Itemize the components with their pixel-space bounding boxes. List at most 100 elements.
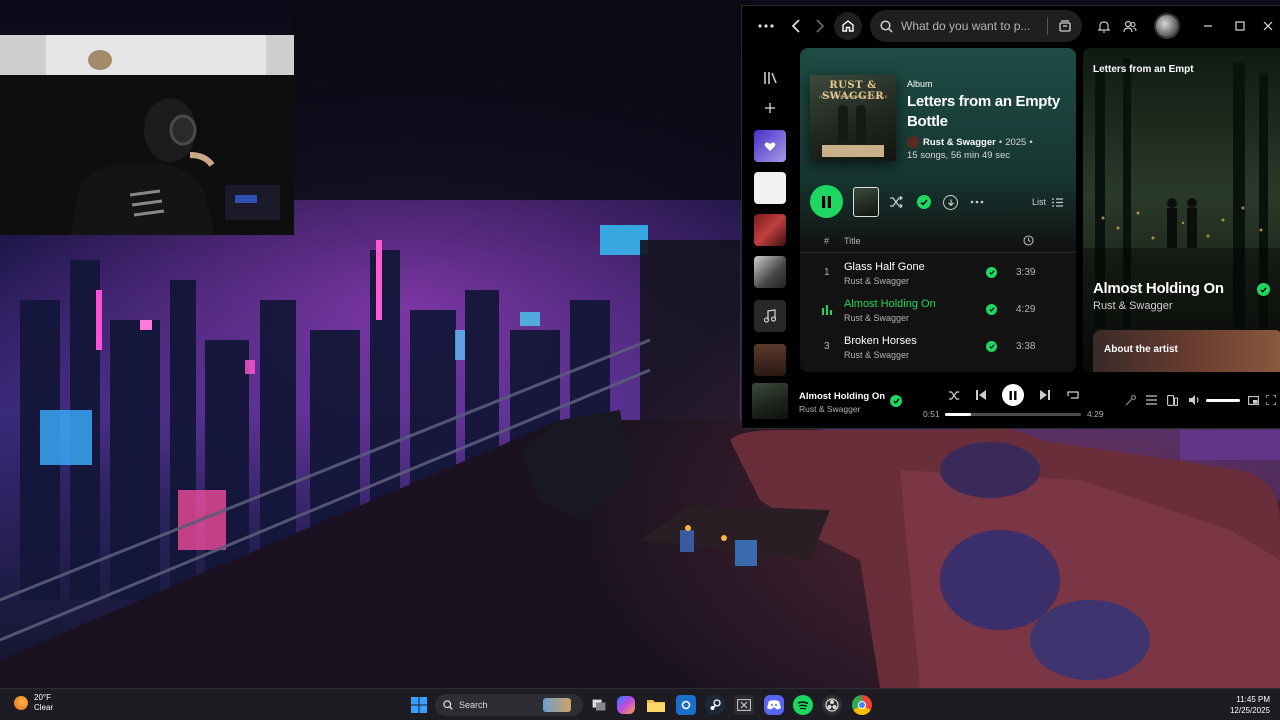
friend-activity-icon[interactable] <box>1122 18 1138 34</box>
discord-icon[interactable] <box>764 695 784 715</box>
now-playing-song[interactable]: Almost Holding On <box>1093 280 1224 297</box>
pause-icon <box>1009 390 1017 400</box>
meta-separator: • <box>1029 136 1033 148</box>
track-row[interactable]: 3 Broken Horses Rust & Swagger 3:38 <box>800 328 1076 365</box>
album-artist-link[interactable]: Rust & Swagger <box>923 137 996 148</box>
clock-time: 11:45 PM <box>1236 695 1270 704</box>
connect-device-icon[interactable] <box>1166 394 1178 406</box>
saved-check-icon[interactable] <box>986 304 997 315</box>
about-artist-card[interactable]: About the artist <box>1093 330 1280 372</box>
playlist-item[interactable] <box>754 214 786 246</box>
outlook-icon[interactable] <box>676 695 696 715</box>
playlist-item[interactable] <box>754 344 786 376</box>
browse-icon[interactable] <box>1058 19 1072 33</box>
progress-bar[interactable] <box>945 413 1081 416</box>
repeat-icon[interactable] <box>1066 389 1079 401</box>
close-icon[interactable] <box>1260 18 1276 34</box>
more-options-icon[interactable] <box>756 18 776 34</box>
track-artist[interactable]: Rust & Swagger <box>844 276 909 286</box>
now-playing-equalizer-icon <box>822 305 832 315</box>
library-icon[interactable] <box>754 62 786 94</box>
copilot-icon[interactable] <box>617 696 635 714</box>
windows-start-icon[interactable] <box>409 695 429 715</box>
header-title: Title <box>844 236 861 246</box>
about-artist-label: About the artist <box>1104 344 1178 355</box>
weather-widget[interactable]: 20°F Clear <box>14 693 53 713</box>
lyrics-icon[interactable] <box>1124 394 1136 406</box>
track-number: 3 <box>824 341 830 352</box>
back-icon[interactable] <box>788 18 804 34</box>
system-clock[interactable]: 11:45 PM 12/25/2025 <box>1218 694 1270 716</box>
home-button[interactable] <box>834 12 862 40</box>
spotify-icon[interactable] <box>793 695 813 715</box>
volume-fill <box>1206 399 1240 402</box>
fullscreen-icon[interactable] <box>1265 394 1277 406</box>
chrome-icon[interactable] <box>852 695 872 715</box>
chrome-center <box>858 701 866 709</box>
pause-button[interactable] <box>810 185 843 218</box>
player-cover-art[interactable] <box>752 383 788 419</box>
next-icon[interactable] <box>1039 389 1051 401</box>
album-cover: RUST & SWAGGER LETTERS FROM AN EMPTY BOT… <box>810 75 896 161</box>
notifications-icon[interactable] <box>1096 18 1112 34</box>
search-divider <box>1047 17 1048 35</box>
pause-button[interactable] <box>1002 384 1024 406</box>
volume-icon[interactable] <box>1188 394 1200 406</box>
home-icon <box>842 20 854 32</box>
miniplayer-icon[interactable] <box>1247 394 1259 406</box>
obs-icon[interactable] <box>822 695 842 715</box>
saved-check-icon[interactable] <box>917 195 931 209</box>
track-row[interactable]: Almost Holding On Rust & Swagger 4:29 <box>800 291 1076 328</box>
forward-icon[interactable] <box>812 18 828 34</box>
track-artist[interactable]: Rust & Swagger <box>844 313 909 323</box>
header-number: # <box>824 236 830 246</box>
album-stats: 15 songs, 56 min 49 sec <box>907 150 1010 161</box>
now-playing-artist[interactable]: Rust & Swagger <box>1093 300 1172 312</box>
task-view-icon[interactable] <box>589 695 609 715</box>
track-list-header: # Title <box>800 231 1076 253</box>
search-input[interactable] <box>901 19 1041 33</box>
create-playlist-icon[interactable] <box>754 92 786 124</box>
album-thumbnail-button[interactable] <box>853 187 879 217</box>
shuffle-icon[interactable] <box>947 389 961 401</box>
track-row[interactable]: 1 Glass Half Gone Rust & Swagger 3:39 <box>800 254 1076 291</box>
taskbar-search[interactable] <box>435 694 583 716</box>
saved-check-icon[interactable] <box>890 395 902 407</box>
clock-icon <box>1023 235 1034 246</box>
now-playing-panel: Letters from an Empt Almost Holding On R… <box>1083 48 1280 372</box>
maximize-icon[interactable] <box>1232 18 1248 34</box>
xbox-icon[interactable] <box>734 695 754 715</box>
music-note-icon[interactable] <box>754 300 786 332</box>
list-view-icon[interactable] <box>1051 197 1063 207</box>
view-mode-label[interactable]: List <box>1032 197 1046 207</box>
steam-icon[interactable] <box>705 695 725 715</box>
saved-check-icon[interactable] <box>986 341 997 352</box>
player-track-artist[interactable]: Rust & Swagger <box>799 404 860 414</box>
player-track-title[interactable]: Almost Holding On <box>799 391 885 402</box>
user-avatar[interactable] <box>1154 13 1180 39</box>
heart-icon <box>764 142 776 151</box>
previous-icon[interactable] <box>975 389 987 401</box>
playlist-item[interactable] <box>754 256 786 288</box>
liked-songs-item[interactable] <box>754 130 786 162</box>
album-meta: Rust & Swagger • 2025 • <box>907 136 1036 148</box>
taskbar-search-input[interactable] <box>459 700 539 710</box>
queue-icon[interactable] <box>1145 394 1157 406</box>
search-icon <box>443 700 453 710</box>
saved-check-icon[interactable] <box>1257 283 1270 296</box>
saved-check-icon[interactable] <box>986 267 997 278</box>
more-options-icon[interactable] <box>970 198 984 206</box>
shuffle-icon[interactable] <box>888 195 904 209</box>
minimize-icon[interactable] <box>1200 18 1216 34</box>
volume-slider[interactable] <box>1206 399 1240 402</box>
playlist-item[interactable] <box>754 172 786 204</box>
weather-icon <box>14 696 28 710</box>
webcam-overlay <box>0 35 294 235</box>
download-icon[interactable] <box>943 195 958 210</box>
search-bar[interactable] <box>870 10 1082 42</box>
file-explorer-icon[interactable] <box>646 695 666 715</box>
now-playing-artwork <box>1083 48 1280 372</box>
track-title: Glass Half Gone <box>844 261 925 273</box>
track-artist[interactable]: Rust & Swagger <box>844 350 909 360</box>
taskbar: 20°F Clear 11:45 PM 12/25/2025 <box>0 688 1280 720</box>
